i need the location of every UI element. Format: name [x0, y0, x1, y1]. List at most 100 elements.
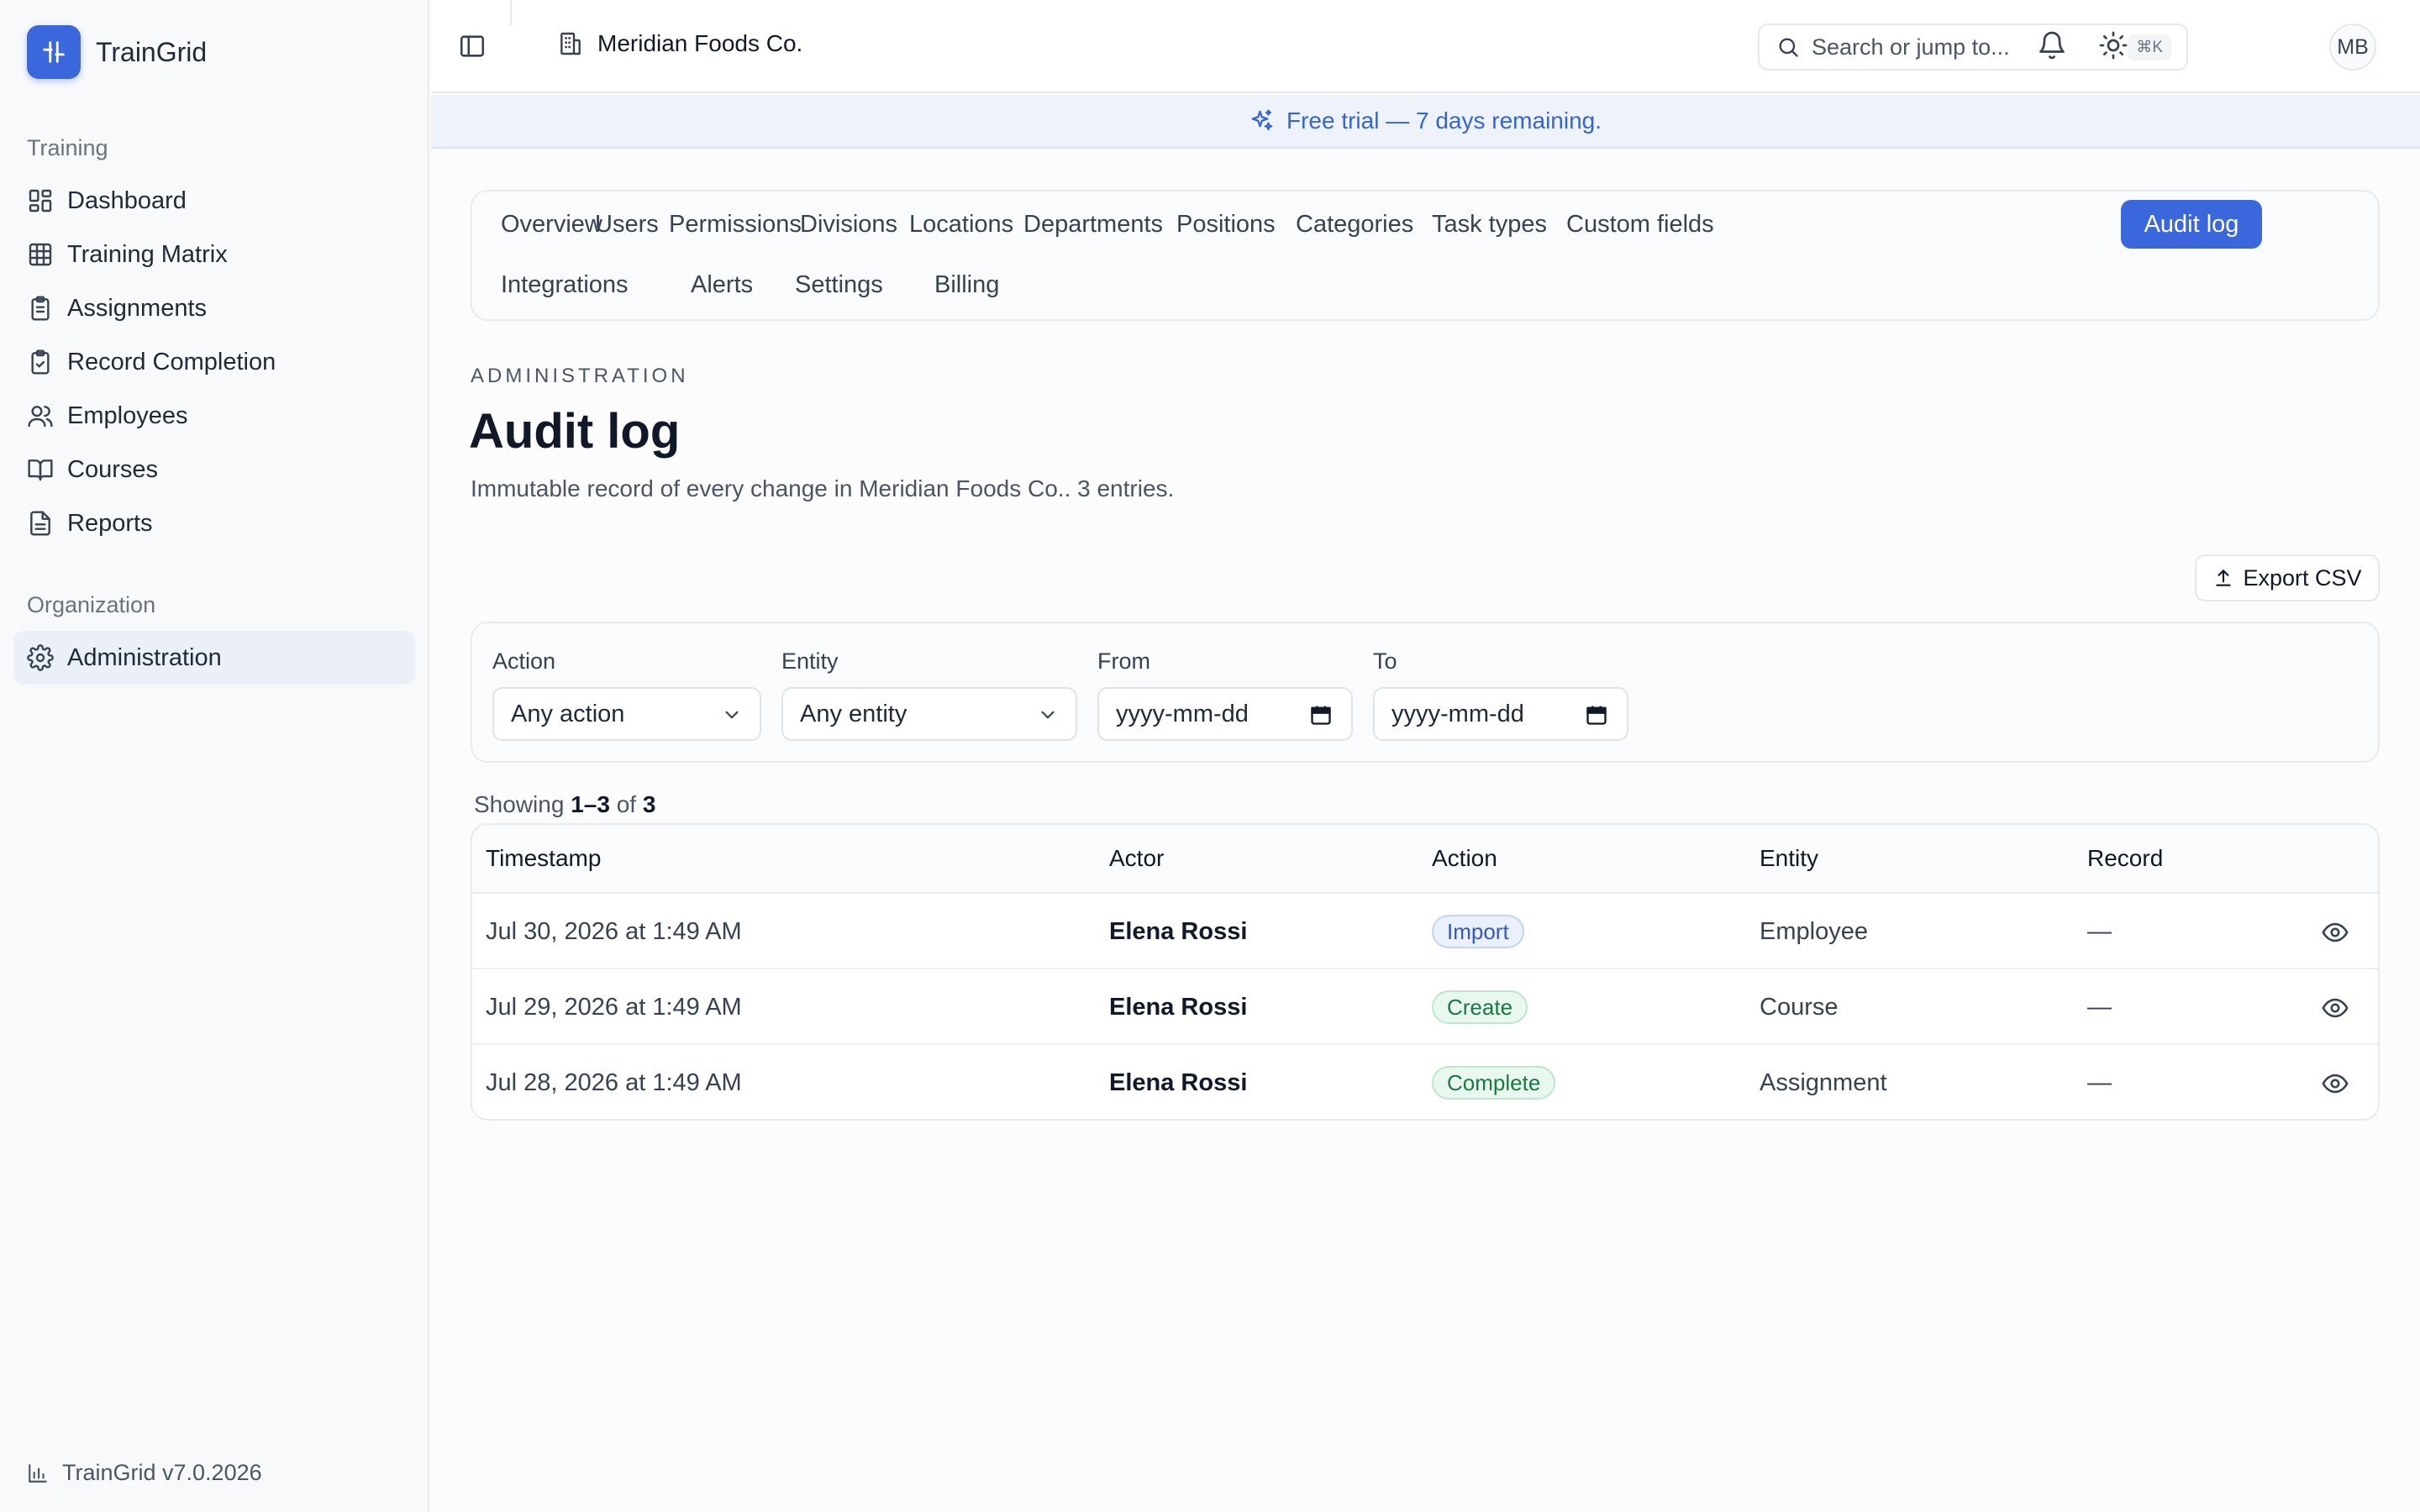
view-eye-icon[interactable] — [2321, 1069, 2349, 1098]
sparkles-icon — [1249, 108, 1275, 134]
table-header: Timestamp Actor Action Entity Record — [472, 825, 2378, 894]
cell-entity: Course — [1760, 994, 1839, 1021]
sidebar-item-label: Employees — [67, 402, 188, 429]
search-input[interactable] — [1812, 34, 2114, 60]
cell-record: — — [2087, 994, 2112, 1021]
search-icon — [1776, 35, 1800, 59]
clipboard-check-icon — [27, 349, 54, 375]
page-subtitle: Immutable record of every change in Meri… — [471, 475, 1175, 501]
sidebar-item-courses[interactable]: Courses — [13, 443, 415, 496]
tab-integrations[interactable]: Integrations — [481, 260, 649, 309]
action-badge: Complete — [1432, 1066, 1556, 1100]
sidebar-item-label: Assignments — [67, 294, 208, 322]
column-action[interactable]: Action — [1432, 845, 1497, 872]
tab-positions[interactable]: Positions — [1156, 200, 1296, 249]
table-row[interactable]: Jul 29, 2026 at 1:49 AM Elena Rossi Crea… — [472, 969, 2378, 1045]
sidebar-item-label: Reports — [67, 509, 153, 537]
export-csv-button[interactable]: Export CSV — [2195, 554, 2380, 601]
sidebar-item-record-completion[interactable]: Record Completion — [13, 335, 415, 389]
sidebar-item-label: Dashboard — [67, 186, 187, 214]
tab-alerts[interactable]: Alerts — [671, 260, 773, 309]
tab-task-types[interactable]: Task types — [1412, 200, 1567, 249]
trial-banner-text: Free trial — 7 days remaining. — [1286, 108, 1602, 134]
cell-record: — — [2087, 918, 2112, 945]
results-total: 3 — [642, 791, 656, 817]
page-eyebrow: ADMINISTRATION — [471, 365, 689, 387]
audit-log-table: Timestamp Actor Action Entity Record Jul… — [471, 823, 2380, 1121]
notifications-bell-icon[interactable] — [2037, 30, 2067, 60]
users-icon — [27, 402, 54, 429]
filter-action-select[interactable]: Any action — [492, 687, 761, 741]
org-name: Meridian Foods Co. — [597, 30, 803, 56]
results-of: of — [616, 791, 637, 817]
filters-panel: Action Any action Entity Any entity From… — [471, 622, 2380, 763]
brand-logo-icon — [27, 25, 81, 79]
sidebar-toggle-icon[interactable] — [458, 32, 487, 60]
cell-actor: Elena Rossi — [1109, 994, 1248, 1021]
topbar: Meridian Foods Co. ⌘K MB — [431, 0, 2420, 93]
dashboard-icon — [27, 187, 54, 214]
filter-entity-value: Any entity — [800, 700, 908, 727]
action-badge: Create — [1432, 990, 1528, 1024]
chevron-down-icon — [721, 704, 743, 726]
sidebar-item-label: Training Matrix — [67, 240, 228, 268]
cell-entity: Assignment — [1760, 1069, 1887, 1096]
search-shortcut-badge: ⌘K — [2128, 34, 2171, 60]
tab-settings[interactable]: Settings — [775, 260, 903, 309]
user-avatar[interactable]: MB — [2329, 24, 2376, 71]
column-actor[interactable]: Actor — [1109, 845, 1164, 872]
tab-billing[interactable]: Billing — [914, 260, 1019, 309]
nav-section-training: Training — [27, 135, 108, 160]
sidebar-item-reports[interactable]: Reports — [13, 496, 415, 550]
cell-timestamp: Jul 30, 2026 at 1:49 AM — [486, 918, 742, 945]
tab-audit-log[interactable]: Audit log — [2121, 200, 2262, 249]
column-record[interactable]: Record — [2087, 845, 2163, 872]
topbar-divider — [510, 0, 512, 25]
book-icon — [27, 456, 54, 483]
app-version: TrainGrid v7.0.2026 — [27, 1460, 262, 1486]
export-csv-label: Export CSV — [2243, 564, 2362, 591]
org-switcher[interactable]: Meridian Foods Co. — [557, 30, 802, 57]
building-icon — [557, 30, 584, 57]
filter-action-label: Action — [492, 648, 556, 674]
cell-actor: Elena Rossi — [1109, 1069, 1248, 1096]
calendar-icon[interactable] — [1309, 703, 1333, 727]
filter-entity-select[interactable]: Any entity — [781, 687, 1077, 741]
upload-icon — [2212, 567, 2234, 589]
sidebar-item-employees[interactable]: Employees — [13, 389, 415, 443]
calendar-icon[interactable] — [1585, 703, 1608, 727]
page-title: Audit log — [469, 404, 681, 459]
sidebar-item-administration[interactable]: Administration — [13, 631, 415, 685]
filter-action-value: Any action — [511, 700, 625, 727]
cell-timestamp: Jul 28, 2026 at 1:49 AM — [486, 1069, 742, 1096]
sidebar-item-label: Courses — [67, 455, 158, 483]
sidebar-item-dashboard[interactable]: Dashboard — [13, 174, 415, 228]
bar-chart-icon — [27, 1462, 49, 1484]
theme-toggle-sun-icon[interactable] — [2098, 30, 2128, 60]
brand[interactable]: TrainGrid — [27, 25, 207, 79]
filter-from-placeholder: yyyy-mm-dd — [1116, 700, 1249, 727]
table-row[interactable]: Jul 28, 2026 at 1:49 AM Elena Rossi Comp… — [472, 1045, 2378, 1119]
view-eye-icon[interactable] — [2321, 994, 2349, 1022]
cell-record: — — [2087, 1069, 2112, 1096]
cell-actor: Elena Rossi — [1109, 918, 1248, 945]
results-count: Showing 1–3 of 3 — [474, 791, 655, 818]
tab-custom-fields[interactable]: Custom fields — [1546, 200, 1734, 249]
results-range: 1–3 — [571, 791, 610, 817]
sidebar-item-assignments[interactable]: Assignments — [13, 281, 415, 335]
filter-to-date-input[interactable]: yyyy-mm-dd — [1373, 687, 1628, 741]
cell-entity: Employee — [1760, 918, 1868, 945]
filter-to-placeholder: yyyy-mm-dd — [1392, 700, 1524, 727]
view-eye-icon[interactable] — [2321, 918, 2349, 947]
chevron-down-icon — [1037, 704, 1059, 726]
column-timestamp[interactable]: Timestamp — [486, 845, 601, 872]
admin-tabs: Overview Users Permissions Divisions Loc… — [471, 190, 2380, 321]
filter-from-label: From — [1097, 648, 1150, 674]
table-row[interactable]: Jul 30, 2026 at 1:49 AM Elena Rossi Impo… — [472, 894, 2378, 969]
sidebar-item-training-matrix[interactable]: Training Matrix — [13, 228, 415, 281]
tab-categories[interactable]: Categories — [1276, 200, 1434, 249]
app-version-label: TrainGrid v7.0.2026 — [62, 1460, 262, 1485]
column-entity[interactable]: Entity — [1760, 845, 1818, 872]
brand-name: TrainGrid — [96, 36, 208, 67]
filter-from-date-input[interactable]: yyyy-mm-dd — [1097, 687, 1353, 741]
